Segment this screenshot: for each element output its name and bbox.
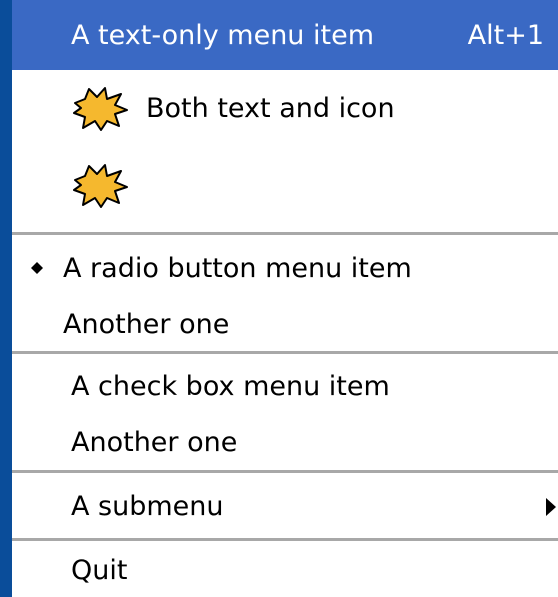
menu-item-text-and-icon[interactable]: Both text and icon bbox=[12, 76, 558, 140]
menu-separator bbox=[12, 470, 558, 474]
menu-item-label: Quit bbox=[71, 555, 128, 586]
menu-item-label: A radio button menu item bbox=[63, 252, 412, 284]
menu-item-label: A text-only menu item bbox=[71, 19, 374, 51]
menu-item-quit[interactable]: Quit bbox=[12, 544, 558, 597]
menu-item-label: Another one bbox=[71, 426, 238, 458]
menu-separator bbox=[12, 351, 558, 355]
menu-item-radio-selected[interactable]: A radio button menu item bbox=[12, 240, 558, 296]
menu-item-label: A submenu bbox=[71, 491, 224, 522]
menu-item-label: Another one bbox=[63, 308, 230, 340]
star-burst-icon bbox=[73, 87, 128, 131]
menu-item-submenu[interactable]: A submenu bbox=[12, 476, 558, 537]
star-burst-icon bbox=[73, 164, 128, 208]
menu-separator bbox=[12, 538, 558, 542]
menu-item-checkbox[interactable]: Another one bbox=[12, 414, 558, 470]
popup-menu: A text-only menu item Alt+1 Both text an… bbox=[12, 0, 558, 597]
menu-item-icon-only[interactable] bbox=[12, 144, 558, 224]
menu-item-checkbox[interactable]: A check box menu item bbox=[12, 357, 558, 415]
menu-separator bbox=[12, 232, 558, 236]
radio-selected-dot-icon bbox=[31, 262, 43, 274]
menu-item-shortcut: Alt+1 bbox=[467, 19, 544, 51]
menu-item-label: Both text and icon bbox=[146, 92, 395, 124]
menu-item-radio[interactable]: Another one bbox=[12, 296, 558, 352]
submenu-arrow-icon bbox=[546, 497, 556, 516]
menu-item-label: A check box menu item bbox=[71, 370, 390, 402]
menu-item-text-only[interactable]: A text-only menu item Alt+1 bbox=[12, 0, 558, 70]
